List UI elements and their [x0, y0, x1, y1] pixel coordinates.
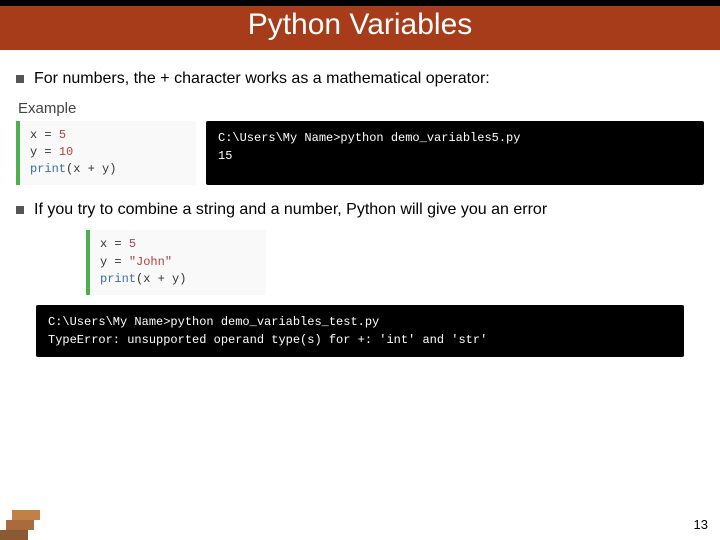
code-fn: print	[30, 162, 66, 176]
code-text: y =	[30, 145, 59, 159]
code-fn: print	[100, 272, 136, 286]
terminal-box: C:\Users\My Name>python demo_variables_t…	[36, 305, 684, 357]
slide-header: Python Variables	[0, 0, 720, 50]
page-number: 13	[694, 517, 708, 532]
code-box: x = 5 y = 10 print(x + y)	[16, 121, 196, 185]
bullet-text: For numbers, the + character works as a …	[34, 68, 490, 90]
example-label: Example	[18, 100, 704, 117]
code-text: x =	[100, 237, 129, 251]
example-block-2: x = 5 y = "John" print(x + y) C:\Users\M…	[16, 230, 704, 356]
decorative-bars-icon	[0, 500, 60, 540]
black-strip	[0, 0, 720, 6]
slide-title: Python Variables	[248, 8, 473, 42]
terminal-line: 15	[218, 147, 692, 165]
code-text: (x + y)	[136, 272, 186, 286]
code-box: x = 5 y = "John" print(x + y)	[86, 230, 266, 294]
code-text: y =	[100, 255, 129, 269]
bullet-text: If you try to combine a string and a num…	[34, 199, 547, 221]
terminal-line: TypeError: unsupported operand type(s) f…	[48, 331, 672, 349]
code-number: 10	[59, 145, 73, 159]
bullet-marker-icon	[16, 206, 24, 214]
example-block-1: Example x = 5 y = 10 print(x + y) C:\Use…	[16, 100, 704, 185]
code-number: 5	[129, 237, 136, 251]
code-string: "John"	[129, 255, 172, 269]
terminal-box: C:\Users\My Name>python demo_variables5.…	[206, 121, 704, 185]
code-text: x =	[30, 128, 59, 142]
bullet-item: If you try to combine a string and a num…	[16, 199, 704, 221]
bullet-item: For numbers, the + character works as a …	[16, 68, 704, 90]
code-text: (x + y)	[66, 162, 116, 176]
title-bar: Python Variables	[0, 0, 720, 50]
slide-content: For numbers, the + character works as a …	[0, 50, 720, 357]
terminal-line: C:\Users\My Name>python demo_variables5.…	[218, 129, 692, 147]
bullet-marker-icon	[16, 75, 24, 83]
code-terminal-row: x = 5 y = 10 print(x + y) C:\Users\My Na…	[16, 121, 704, 185]
code-number: 5	[59, 128, 66, 142]
terminal-line: C:\Users\My Name>python demo_variables_t…	[48, 313, 672, 331]
